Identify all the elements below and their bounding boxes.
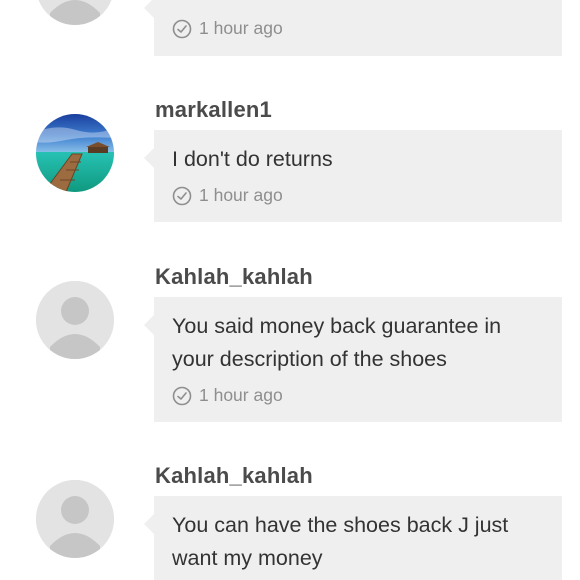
tropical-pier-photo [36,114,114,192]
comment-bubble: You said money back guarantee in your de… [144,297,562,422]
comment-username[interactable]: Kahlah_kahlah [155,264,313,290]
avatar[interactable] [36,480,114,558]
person-silhouette-icon [36,0,114,25]
avatar[interactable] [36,114,114,192]
avatar[interactable] [36,281,114,359]
avatar[interactable] [36,0,114,25]
timestamp-label: 1 hour ago [199,385,283,405]
comment-bubble: I don't do returns 1 hour ago [144,130,562,222]
timestamp-label: 1 hour ago [199,185,283,205]
timestamp-label: 1 hour ago [199,18,283,38]
comment-bubble: You can have the shoes back J just want … [144,496,562,580]
clock-icon [172,186,192,205]
comment-bubble: 1 hour ago [144,0,562,56]
comment-item: 1 hour ago [0,0,580,60]
person-silhouette-icon [36,480,114,558]
comment-item: Kahlah_kahlah You can have the shoes bac… [0,461,580,580]
comment-timestamp: 1 hour ago [172,185,544,206]
clock-icon [172,386,192,405]
comment-timestamp: 1 hour ago [172,385,544,406]
comment-thread: 1 hour ago markallen1 I don't do returns… [0,0,580,580]
comment-text: You said money back guarantee in your de… [172,314,502,371]
comment-username[interactable]: Kahlah_kahlah [155,463,313,489]
comment-timestamp: 1 hour ago [172,18,283,39]
comment-item: markallen1 I don't do returns 1 hour ago [0,95,580,225]
comment-text: I don't do returns [172,147,333,171]
clock-icon [172,19,192,38]
comment-text: You can have the shoes back J just want … [172,513,509,570]
comment-item: Kahlah_kahlah You said money back guaran… [0,262,580,427]
comment-username[interactable]: markallen1 [155,97,272,123]
person-silhouette-icon [36,281,114,359]
